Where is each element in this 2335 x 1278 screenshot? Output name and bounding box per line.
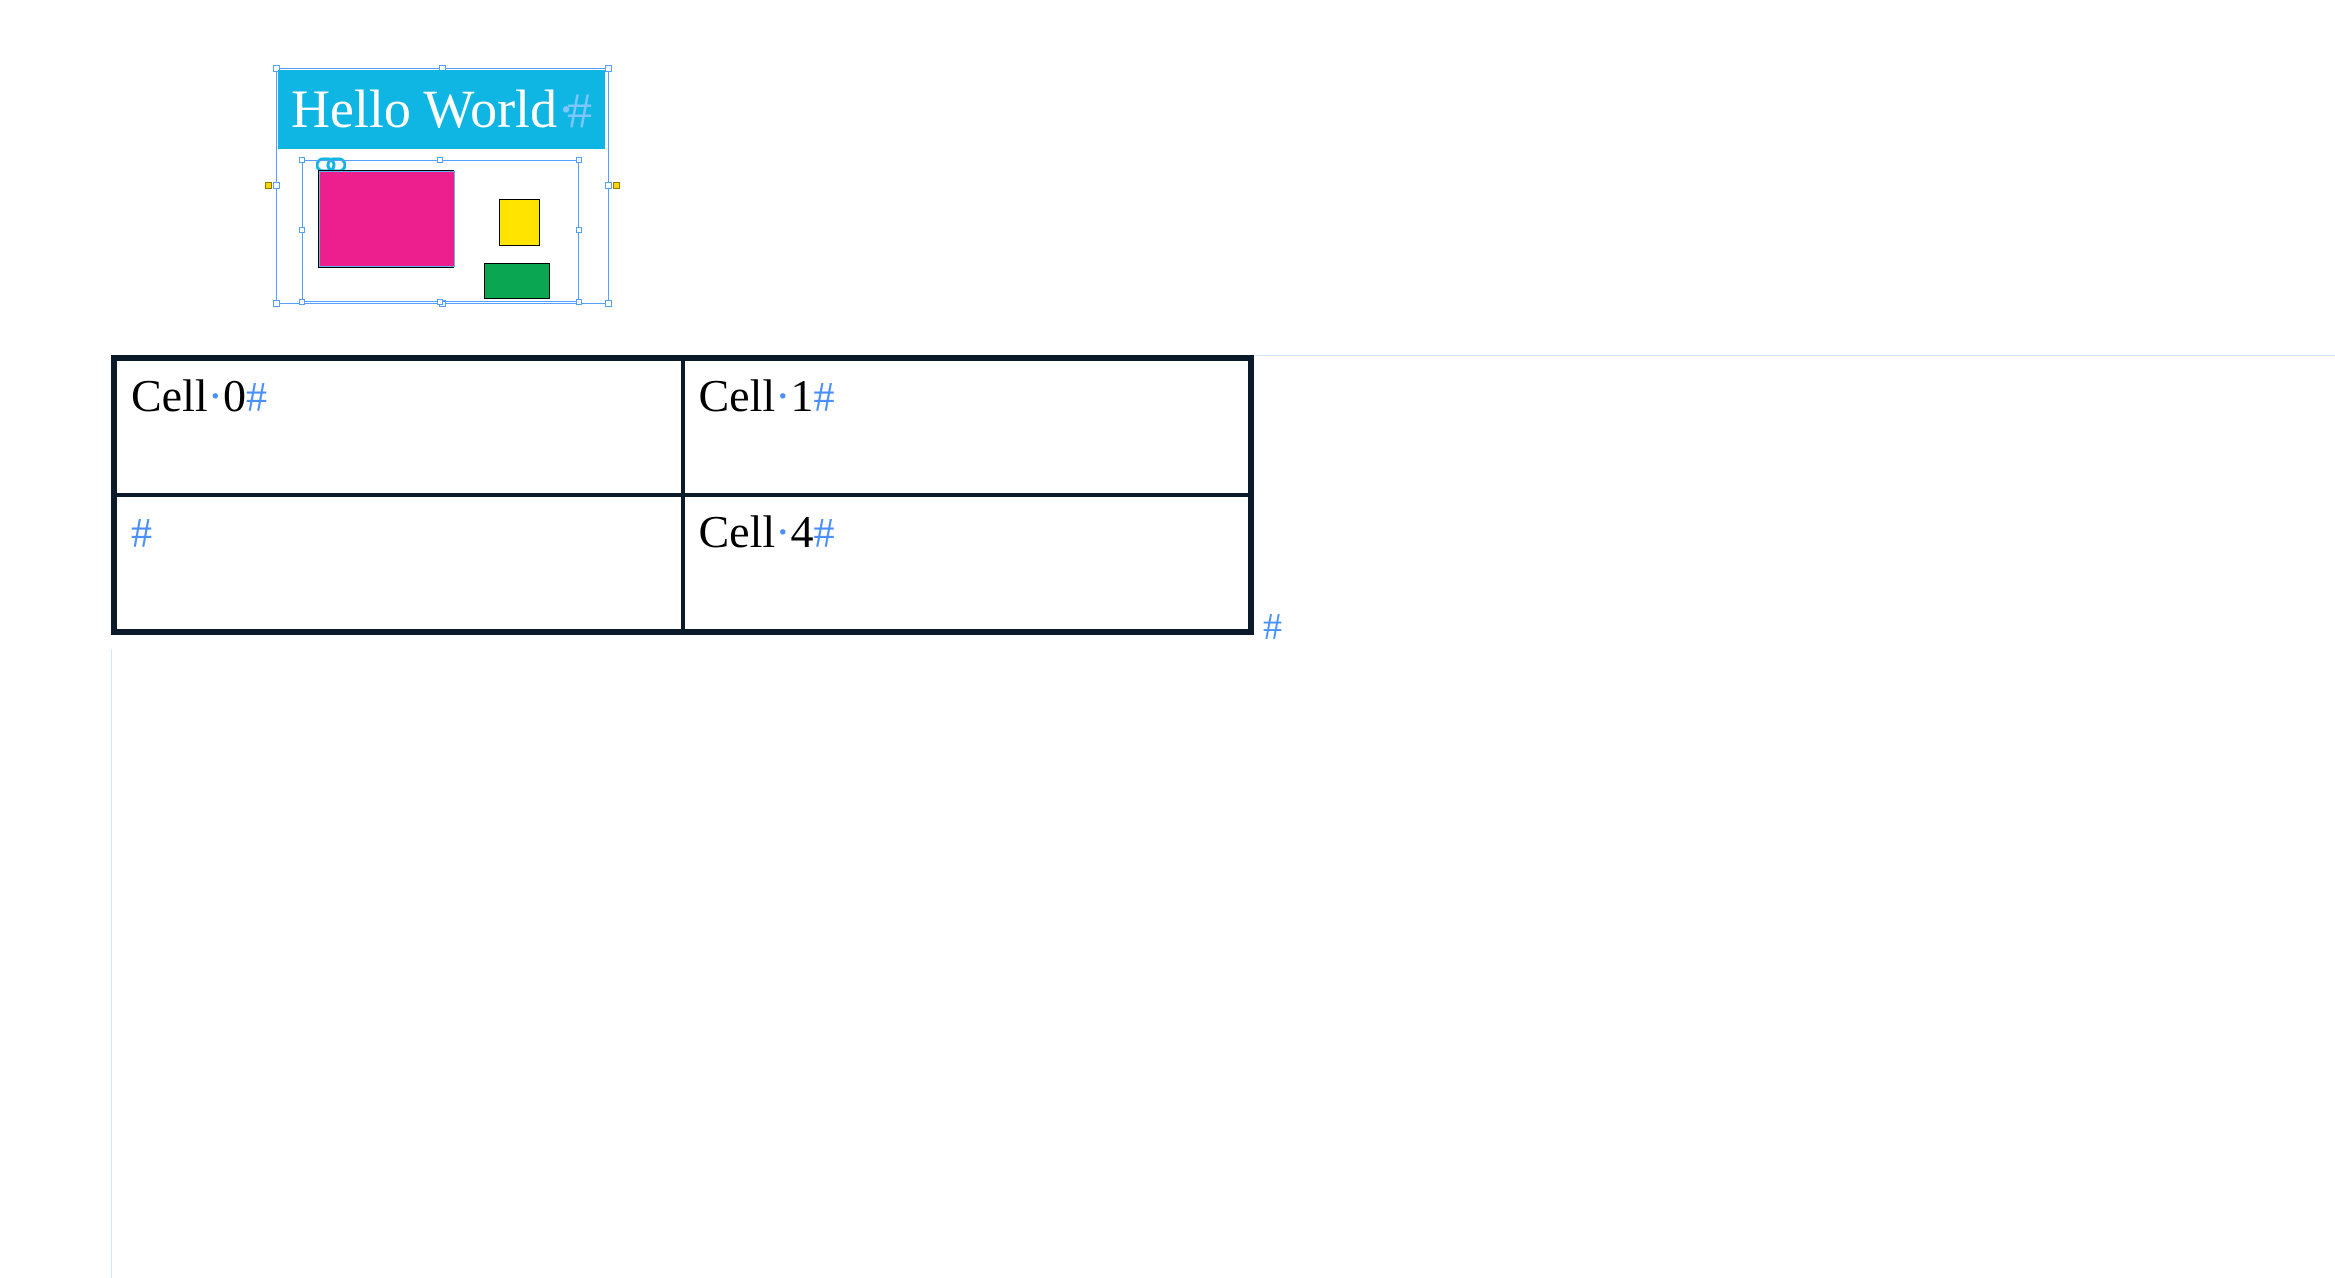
cell-text: 4 — [791, 506, 814, 557]
paragraph-mark: # — [246, 375, 267, 421]
resize-handle-bottom-center[interactable] — [437, 299, 443, 305]
resize-handle-top-right[interactable] — [605, 65, 612, 72]
hidden-space-glyph: · — [208, 370, 223, 421]
table-cell-0-1[interactable]: Cell·1# — [683, 359, 1251, 495]
text-frame-hello-world[interactable]: Hello World·# — [278, 70, 605, 149]
page-guide-vertical — [111, 649, 112, 1278]
paragraph-mark: # — [567, 82, 592, 138]
table-cell-0-0[interactable]: Cell·0# — [115, 359, 683, 495]
paragraph-mark: # — [131, 511, 152, 557]
table-row: Cell·0# Cell·1# — [115, 359, 1250, 495]
cell-text: 1 — [791, 370, 814, 421]
banner-text: Hello World· — [291, 79, 567, 139]
cell-text: 0 — [223, 370, 246, 421]
hidden-space-glyph: · — [557, 79, 567, 139]
resize-handle-bottom-left[interactable] — [299, 299, 305, 305]
hidden-space-glyph: · — [775, 506, 790, 557]
cell-text: Cell — [131, 370, 208, 421]
table-cell-1-1[interactable]: Cell·4# — [683, 495, 1251, 631]
resize-handle-mid-left[interactable] — [273, 182, 280, 189]
resize-handle-mid-left[interactable] — [299, 227, 305, 233]
paragraph-mark: # — [814, 375, 835, 421]
cell-text: Cell — [699, 506, 776, 557]
cell-text: Cell — [699, 370, 776, 421]
table-row: # Cell·4# — [115, 495, 1250, 631]
linked-graphic-frame[interactable] — [318, 170, 454, 268]
table-cell-1-0[interactable]: # — [115, 495, 683, 631]
live-corner-handle-right[interactable] — [613, 182, 620, 189]
resize-handle-top-center[interactable] — [437, 157, 443, 163]
resize-handle-bottom-right[interactable] — [576, 299, 582, 305]
yellow-rect — [499, 199, 540, 246]
resize-handle-top-right[interactable] — [576, 157, 582, 163]
resize-handle-mid-right[interactable] — [576, 227, 582, 233]
hidden-space-glyph: · — [775, 370, 790, 421]
document-table[interactable]: Cell·0# Cell·1# # Cell·4# — [111, 355, 1254, 635]
page-guide-horizontal — [1254, 355, 2335, 356]
paragraph-mark: # — [814, 511, 835, 557]
live-corner-handle-left[interactable] — [265, 182, 272, 189]
resize-handle-top-left[interactable] — [299, 157, 305, 163]
green-rect — [484, 263, 550, 299]
pink-rect — [319, 171, 455, 267]
resize-handle-bottom-left[interactable] — [273, 300, 280, 307]
resize-handle-mid-right[interactable] — [605, 182, 612, 189]
story-end-mark: # — [1263, 605, 1282, 649]
resize-handle-bottom-right[interactable] — [605, 300, 612, 307]
